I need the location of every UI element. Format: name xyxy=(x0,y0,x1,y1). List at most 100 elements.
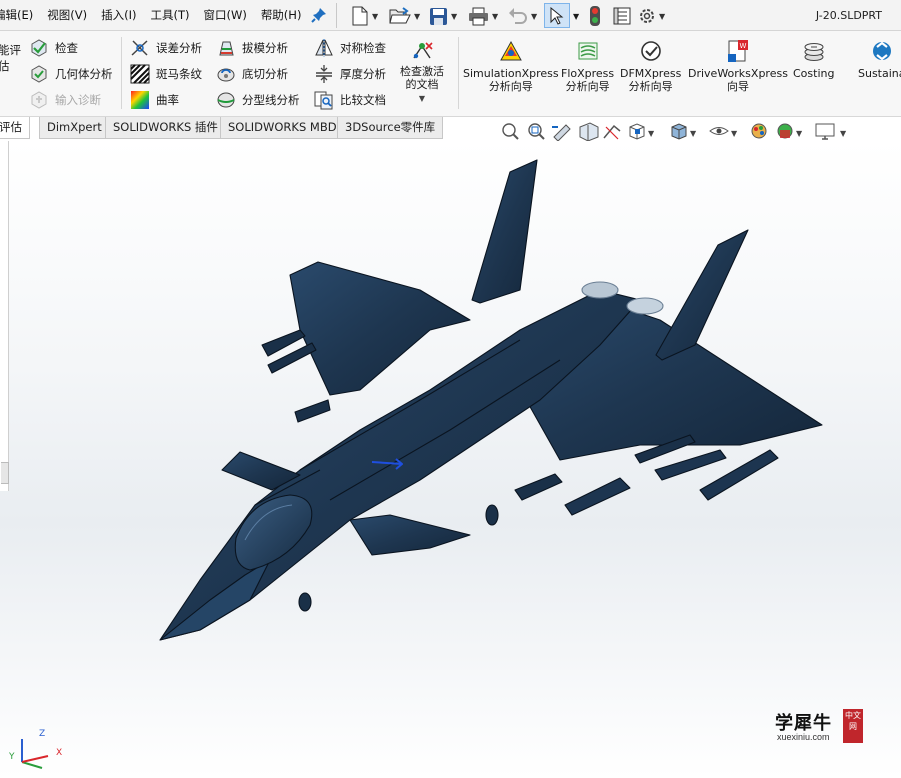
tab-dimxpert[interactable]: DimXpert xyxy=(39,117,110,139)
geometry-analysis-button[interactable]: 几何体分析 xyxy=(29,63,113,85)
compare-documents-label: 比较文档 xyxy=(340,93,386,107)
tab-solidworks-addins[interactable]: SOLIDWORKS 插件 xyxy=(105,117,226,139)
menu-insert[interactable]: 插入(I) xyxy=(94,0,143,31)
undercut-analysis-icon xyxy=(217,68,235,82)
check-label: 检查 xyxy=(55,41,78,55)
toolbar-separator xyxy=(336,3,337,28)
undercut-analysis-label: 底切分析 xyxy=(242,67,288,81)
save-icon xyxy=(430,7,447,25)
geometry-analysis-label: 几何体分析 xyxy=(55,67,113,81)
thickness-analysis-button[interactable]: 厚度分析 xyxy=(314,63,386,85)
import-diagnostics-button[interactable]: 输入诊断 xyxy=(29,89,101,111)
select-button[interactable] xyxy=(544,3,570,28)
floxpress-label-1: FloXpress xyxy=(561,67,615,80)
undercut-analysis-button[interactable]: 底切分析 xyxy=(216,63,288,85)
options-button[interactable]: ▼ xyxy=(638,5,665,27)
rebuild-button[interactable] xyxy=(588,5,602,27)
check-active-document-label-1: 检查激活 xyxy=(400,65,444,78)
geometry-analysis-icon xyxy=(31,65,47,83)
hide-show-items-icon[interactable] xyxy=(709,127,729,135)
triad-x-label: X xyxy=(56,748,63,758)
zoom-to-fit-icon[interactable] xyxy=(502,123,519,140)
sustainability-button[interactable]: Sustaina xyxy=(858,38,901,80)
dynamic-annotation-icon[interactable] xyxy=(603,124,621,140)
menu-tools[interactable]: 工具(T) xyxy=(143,0,196,31)
sustainability-label: Sustaina xyxy=(858,67,901,80)
chevron-down-icon[interactable]: ▼ xyxy=(796,129,803,138)
draft-analysis-button[interactable]: 拔模分析 xyxy=(216,37,288,59)
previous-view-icon[interactable] xyxy=(552,124,571,142)
chevron-down-icon[interactable]: ▼ xyxy=(648,129,655,138)
thickness-analysis-icon xyxy=(316,65,332,83)
edit-appearance-icon[interactable] xyxy=(751,123,767,139)
sustainability-icon xyxy=(872,41,891,61)
tab-solidworks-mbd[interactable]: SOLIDWORKS MBD xyxy=(220,117,345,139)
compare-documents-button[interactable]: 比较文档 xyxy=(314,89,386,111)
open-document-button[interactable]: ▼ xyxy=(389,5,420,27)
chevron-down-icon: ▼ xyxy=(414,11,421,21)
parting-line-analysis-button[interactable]: 分型线分析 xyxy=(216,89,300,111)
parting-line-analysis-label: 分型线分析 xyxy=(242,93,300,107)
watermark-logo: 学犀牛 xuexiniu.com 中文网 xyxy=(775,709,865,744)
floxpress-icon xyxy=(578,42,598,60)
file-properties-button[interactable] xyxy=(613,5,631,27)
driveworksxpress-icon: W xyxy=(727,40,748,62)
check-active-document-button[interactable]: 检查激活 的文档 ▼ xyxy=(400,40,444,105)
tab-evaluate[interactable]: 评估 xyxy=(0,117,30,139)
menu-view[interactable]: 视图(V) xyxy=(40,0,94,31)
simulationxpress-button[interactable]: SimulationXpress 分析向导 xyxy=(463,38,559,93)
curvature-button[interactable]: 曲率 xyxy=(130,89,179,111)
zoom-to-area-icon[interactable] xyxy=(528,123,545,140)
costing-button[interactable]: Costing xyxy=(793,38,834,80)
chevron-down-icon[interactable]: ▼ xyxy=(731,129,738,138)
view-settings-icon[interactable] xyxy=(815,123,835,140)
triad-z-label: Z xyxy=(39,729,46,739)
new-document-button[interactable]: ▼ xyxy=(351,5,378,27)
performance-evaluation-button[interactable]: 能评 估 xyxy=(0,42,21,74)
print-button[interactable]: ▼ xyxy=(468,5,498,27)
tab-3dsource[interactable]: 3DSource零件库 xyxy=(337,117,444,139)
view-orientation-icon[interactable] xyxy=(629,123,645,140)
deviation-analysis-button[interactable]: 误差分析 xyxy=(130,37,202,59)
simulationxpress-label-1: SimulationXpress xyxy=(463,67,559,80)
gear-icon xyxy=(640,9,654,23)
chevron-down-icon: ▼ xyxy=(492,11,499,21)
parting-line-analysis-icon xyxy=(217,92,235,108)
section-view-icon[interactable] xyxy=(579,122,599,142)
display-style-icon[interactable] xyxy=(671,123,687,140)
dfmxpress-icon xyxy=(640,41,661,61)
save-button[interactable]: ▼ xyxy=(429,5,457,27)
performance-evaluation-label-1: 能评 xyxy=(0,43,21,57)
pin-icon[interactable] xyxy=(311,7,327,23)
chevron-down-icon: ▼ xyxy=(531,11,538,21)
costing-label: Costing xyxy=(793,67,835,80)
undo-icon xyxy=(509,8,527,24)
symmetry-check-button[interactable]: 对称检查 xyxy=(314,37,386,59)
chevron-down-icon[interactable]: ▼ xyxy=(840,129,847,138)
draft-analysis-icon xyxy=(219,41,234,56)
menu-edit[interactable]: 编辑(E) xyxy=(0,0,40,31)
simulationxpress-icon xyxy=(499,40,522,61)
menu-help[interactable]: 帮助(H) xyxy=(254,0,309,31)
check-entity-icon xyxy=(31,39,47,57)
dfmxpress-button[interactable]: DFMXpress 分析向导 xyxy=(620,38,681,93)
simulationxpress-label-2: 分析向导 xyxy=(488,80,533,93)
curvature-icon xyxy=(131,91,149,109)
floxpress-button[interactable]: FloXpress 分析向导 xyxy=(561,38,614,93)
undo-button[interactable]: ▼ xyxy=(508,5,537,27)
fighter-jet-model[interactable] xyxy=(159,159,823,641)
chevron-down-icon[interactable]: ▼ xyxy=(690,129,697,138)
cursor-arrow-icon xyxy=(550,6,564,25)
thickness-analysis-label: 厚度分析 xyxy=(340,67,386,81)
check-button[interactable]: 检查 xyxy=(29,37,78,59)
apply-scene-icon[interactable] xyxy=(777,123,793,139)
zebra-stripes-button[interactable]: 斑马条纹 xyxy=(130,63,202,85)
dfmxpress-label-2: 分析向导 xyxy=(628,80,673,93)
model-view[interactable] xyxy=(0,141,901,778)
draft-analysis-label: 拔模分析 xyxy=(242,41,288,55)
watermark-url: xuexiniu.com xyxy=(777,732,830,742)
menu-window[interactable]: 窗口(W) xyxy=(196,0,253,31)
file-properties-icon xyxy=(613,7,631,25)
chevron-down-icon[interactable]: ▼ xyxy=(573,5,579,27)
driveworksxpress-button[interactable]: W DriveWorksXpress 向导 xyxy=(688,38,788,93)
